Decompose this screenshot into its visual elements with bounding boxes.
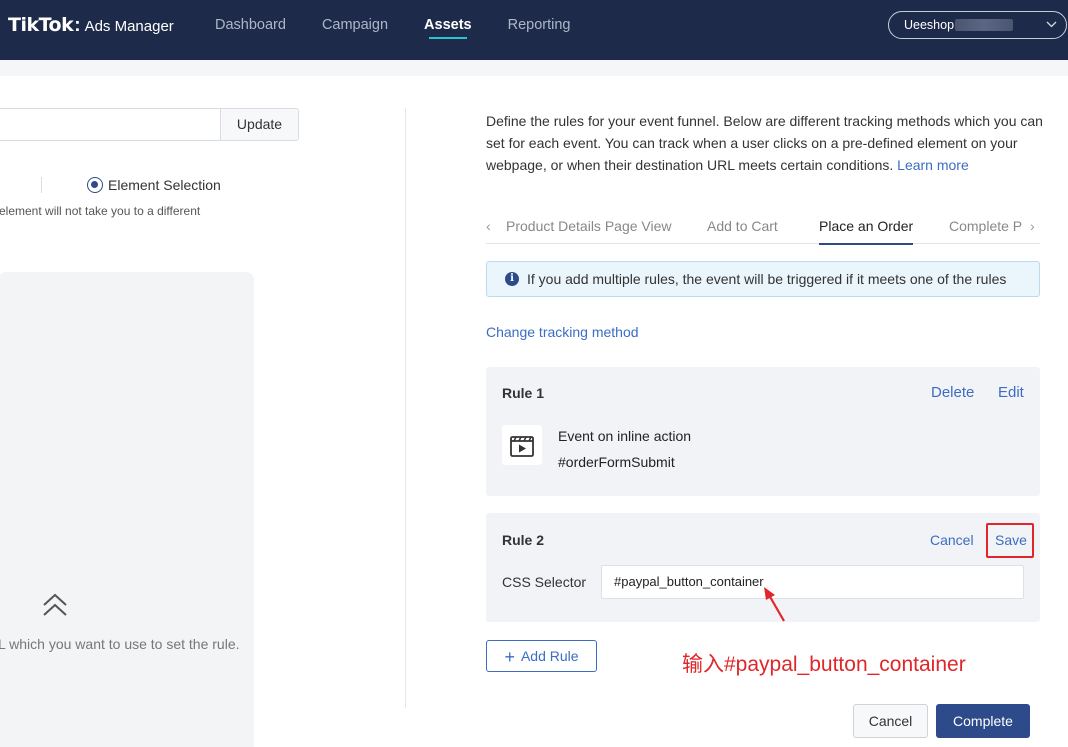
webpage-preview-area: [0, 272, 254, 747]
nav-campaign[interactable]: Campaign: [322, 0, 388, 60]
tiktok-ads-logo[interactable]: TikTok : Ads Manager: [8, 14, 174, 37]
rule-1-title: Rule 1: [502, 385, 545, 401]
event-tabs: ‹ Product Details Page View Add to Cart …: [486, 210, 1040, 245]
account-id-redacted: [955, 19, 1013, 31]
logo-subtitle: Ads Manager: [84, 18, 174, 35]
update-button[interactable]: Update: [220, 108, 299, 141]
rule-2-title: Rule 2: [502, 532, 545, 548]
css-selector-input[interactable]: #paypal_button_container: [601, 565, 1024, 599]
change-tracking-method-link[interactable]: Change tracking method: [486, 324, 639, 340]
element-selection-hint: element will not take you to a different: [0, 204, 201, 218]
cancel-button[interactable]: Cancel: [853, 704, 928, 738]
nav-assets[interactable]: Assets: [424, 0, 472, 60]
element-selection-radio[interactable]: [87, 177, 103, 193]
chevron-down-icon: [1046, 12, 1057, 47]
red-pointer-arrow: [764, 587, 785, 622]
plus-icon: +: [504, 647, 515, 667]
multiple-rules-notice: i If you add multiple rules, the event w…: [486, 261, 1040, 297]
rule-1-delete-button[interactable]: Delete: [931, 384, 974, 401]
main-nav: Dashboard Campaign Assets Reporting: [215, 0, 606, 60]
info-icon: i: [505, 272, 519, 286]
tab-complete-payment[interactable]: Complete P: [949, 218, 1022, 234]
element-selection-label[interactable]: Element Selection: [108, 177, 221, 193]
tab-place-an-order[interactable]: Place an Order: [819, 218, 914, 245]
preview-instruction: L which you want to use to set the rule.: [0, 636, 240, 652]
tab-product-details-page-view[interactable]: Product Details Page View: [506, 218, 672, 234]
rules-intro: Define the rules for your event funnel. …: [486, 110, 1046, 176]
complete-button[interactable]: Complete: [936, 704, 1030, 738]
panel-divider: [405, 108, 406, 708]
add-rule-button[interactable]: + Add Rule: [486, 640, 597, 672]
notice-text: If you add multiple rules, the event wil…: [527, 271, 1007, 287]
rule-1-event-value: #orderFormSubmit: [558, 454, 675, 470]
nav-reporting[interactable]: Reporting: [508, 0, 571, 60]
learn-more-link[interactable]: Learn more: [897, 157, 969, 173]
logo-wordmark: TikTok: [8, 14, 74, 36]
video-clapper-icon: [502, 425, 542, 465]
tab-scroll-left-icon[interactable]: ‹: [486, 218, 491, 234]
radio-divider: [41, 177, 42, 193]
nav-dashboard[interactable]: Dashboard: [215, 0, 286, 60]
url-input[interactable]: [0, 108, 220, 141]
save-highlight-box: [986, 523, 1034, 558]
logo-dot: :: [74, 15, 81, 36]
add-rule-label: Add Rule: [520, 648, 579, 664]
account-switcher[interactable]: Ueeshop: [888, 11, 1067, 39]
account-name: Ueeshop: [904, 18, 955, 32]
rule-1-card: Rule 1 Delete Edit Event on inline actio…: [486, 367, 1040, 496]
css-selector-label: CSS Selector: [502, 574, 587, 590]
tab-add-to-cart[interactable]: Add to Cart: [707, 218, 778, 234]
red-annotation-text: 输入#paypal_button_container: [682, 653, 966, 676]
tab-scroll-right-icon[interactable]: ›: [1030, 218, 1035, 234]
chevrons-up-icon: [42, 593, 68, 619]
sub-header-strip: [0, 60, 1068, 76]
rule-1-edit-button[interactable]: Edit: [998, 384, 1024, 401]
top-navigation-bar: TikTok : Ads Manager Dashboard Campaign …: [0, 0, 1068, 60]
rule-1-event-title: Event on inline action: [558, 428, 692, 444]
rule-2-cancel-button[interactable]: Cancel: [930, 532, 974, 548]
